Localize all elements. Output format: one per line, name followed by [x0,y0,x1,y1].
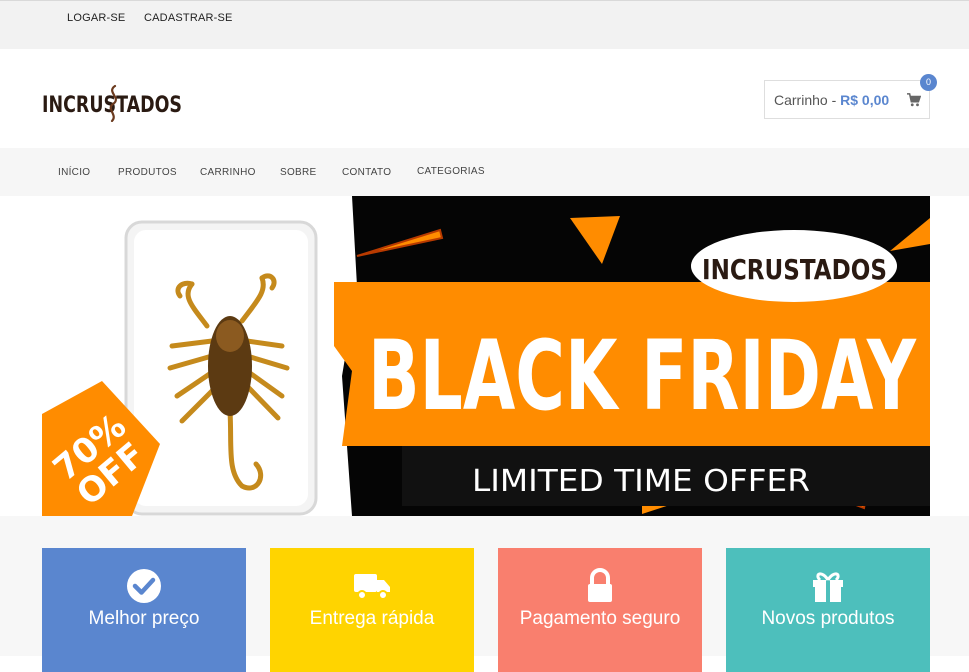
banner-brand: INCRUSTADOS [702,253,887,286]
check-circle-icon [127,569,161,603]
main-nav: INÍCIO PRODUTOS CARRINHO SOBRE CONTATO C… [0,148,969,196]
lock-icon [588,568,612,602]
site-logo[interactable]: INCRUSTADOS [42,82,184,122]
banner-artwork: INCRUSTADOS BLACK FRIDAY LIMITED TIME OF… [42,196,930,516]
nav-item-categorias[interactable]: CATEGORIAS [417,166,485,177]
nav-item-inicio[interactable]: INÍCIO [58,167,90,178]
login-link[interactable]: LOGAR-SE [67,12,125,24]
nav-item-produtos[interactable]: PRODUTOS [118,167,177,178]
features-strip: Melhor preço Entrega rápida Pagamento se… [0,516,969,672]
feature-label: Novos produtos [761,608,895,629]
gift-icon [813,572,843,602]
truck-icon [354,574,390,600]
feature-label: Melhor preço [88,608,200,629]
signup-link[interactable]: CADASTRAR-SE [144,12,233,24]
cart-button[interactable]: Carrinho - R$ 0,00 [764,80,930,119]
site-header: INCRUSTADOS Carrinho - R$ 0,00 [0,49,969,148]
cart-total: R$ 0,00 [840,92,890,108]
feature-label: Entrega rápida [309,608,435,629]
nav-item-contato[interactable]: CONTATO [342,167,391,178]
nav-item-sobre[interactable]: SOBRE [280,167,317,178]
black-friday-banner[interactable]: INCRUSTADOS BLACK FRIDAY LIMITED TIME OF… [42,196,930,516]
cart-label: Carrinho - R$ 0,00 [774,92,890,108]
feature-fast-delivery: Entrega rápida [270,548,474,672]
top-bar: LOGAR-SE CADASTRAR-SE [0,0,969,49]
feature-label: Pagamento seguro [519,608,681,629]
banner-subline: LIMITED TIME OFFER [472,464,810,499]
feature-best-price: Melhor preço [42,548,246,672]
feature-new-products: Novos produtos [726,548,930,672]
feature-secure-payment: Pagamento seguro [498,548,702,672]
shopping-cart-icon [907,93,921,107]
banner-headline: BLACK FRIDAY [368,320,917,432]
nav-item-carrinho[interactable]: CARRINHO [200,167,256,178]
cart-count-badge: 0 [920,74,937,91]
